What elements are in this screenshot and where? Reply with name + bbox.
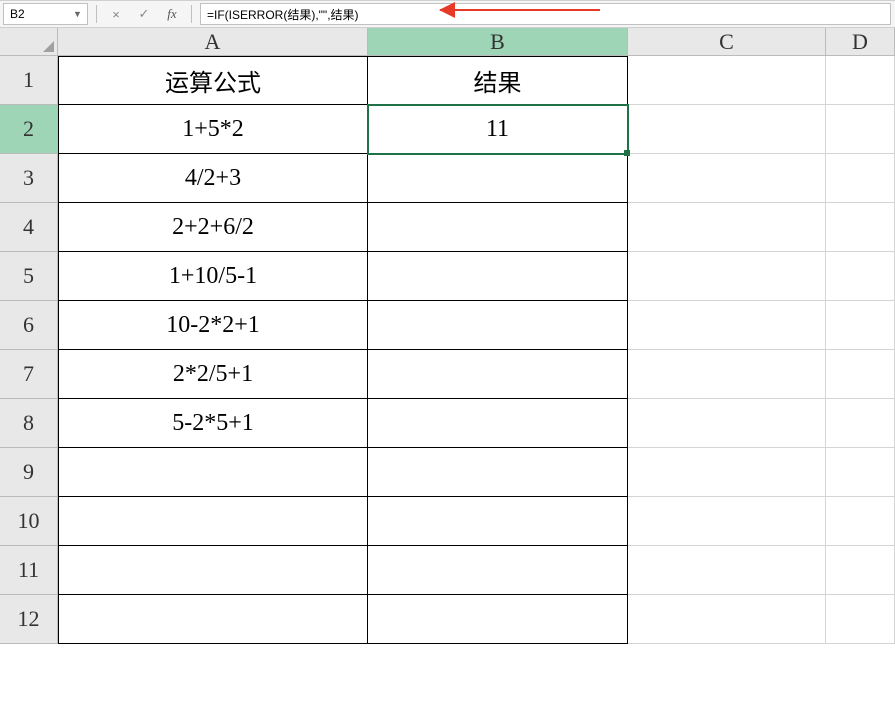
grid-row: 9	[0, 448, 895, 497]
cell-a1[interactable]: 运算公式	[58, 56, 368, 105]
col-header-d[interactable]: D	[826, 28, 895, 56]
select-all-corner[interactable]	[0, 28, 58, 56]
cell-d6[interactable]	[826, 301, 895, 350]
cell-c11[interactable]	[628, 546, 826, 595]
cell-d1[interactable]	[826, 56, 895, 105]
divider	[191, 5, 192, 23]
grid-row: 1 运算公式 结果	[0, 56, 895, 105]
cell-b5[interactable]	[368, 252, 628, 301]
row-header-2[interactable]: 2	[0, 105, 58, 154]
cell-c8[interactable]	[628, 399, 826, 448]
grid-row: 11	[0, 546, 895, 595]
cell-a7[interactable]: 2*2/5+1	[58, 350, 368, 399]
cell-d11[interactable]	[826, 546, 895, 595]
grid-row: 12	[0, 595, 895, 644]
cell-b1[interactable]: 结果	[368, 56, 628, 105]
cell-a8[interactable]: 5-2*5+1	[58, 399, 368, 448]
cell-a12[interactable]	[58, 595, 368, 644]
row-header-11[interactable]: 11	[0, 546, 58, 595]
col-header-a[interactable]: A	[58, 28, 368, 56]
cell-d9[interactable]	[826, 448, 895, 497]
cell-a3[interactable]: 4/2+3	[58, 154, 368, 203]
cell-c12[interactable]	[628, 595, 826, 644]
cell-d12[interactable]	[826, 595, 895, 644]
cell-b12[interactable]	[368, 595, 628, 644]
cell-d3[interactable]	[826, 154, 895, 203]
col-header-b[interactable]: B	[368, 28, 628, 56]
divider	[96, 5, 97, 23]
row-header-3[interactable]: 3	[0, 154, 58, 203]
cell-a2[interactable]: 1+5*2	[58, 105, 368, 154]
fill-handle[interactable]	[624, 150, 630, 156]
grid-row: 5 1+10/5-1	[0, 252, 895, 301]
formula-bar: B2 ▼ × ✓ fx =IF(ISERROR(结果),"",结果)	[0, 0, 895, 28]
cell-b6[interactable]	[368, 301, 628, 350]
cell-d5[interactable]	[826, 252, 895, 301]
cell-b11[interactable]	[368, 546, 628, 595]
corner-triangle-icon	[43, 41, 54, 52]
cell-b3[interactable]	[368, 154, 628, 203]
col-header-c[interactable]: C	[628, 28, 826, 56]
cell-b4[interactable]	[368, 203, 628, 252]
cell-b7[interactable]	[368, 350, 628, 399]
cell-c5[interactable]	[628, 252, 826, 301]
cell-b9[interactable]	[368, 448, 628, 497]
cell-b2-value: 11	[486, 116, 509, 143]
confirm-formula-button[interactable]: ✓	[135, 5, 153, 23]
cell-c3[interactable]	[628, 154, 826, 203]
cell-b10[interactable]	[368, 497, 628, 546]
cell-c1[interactable]	[628, 56, 826, 105]
row-header-5[interactable]: 5	[0, 252, 58, 301]
fx-icon[interactable]: fx	[163, 5, 181, 23]
row-header-8[interactable]: 8	[0, 399, 58, 448]
cell-d4[interactable]	[826, 203, 895, 252]
cell-b2[interactable]: 11	[368, 105, 628, 154]
cell-d7[interactable]	[826, 350, 895, 399]
grid-row: 10	[0, 497, 895, 546]
cell-c6[interactable]	[628, 301, 826, 350]
name-box-value: B2	[10, 7, 25, 21]
cell-a5[interactable]: 1+10/5-1	[58, 252, 368, 301]
cancel-formula-button[interactable]: ×	[107, 5, 125, 23]
cell-a10[interactable]	[58, 497, 368, 546]
cell-d10[interactable]	[826, 497, 895, 546]
row-header-1[interactable]: 1	[0, 56, 58, 105]
row-header-10[interactable]: 10	[0, 497, 58, 546]
row-header-4[interactable]: 4	[0, 203, 58, 252]
row-header-9[interactable]: 9	[0, 448, 58, 497]
row-header-6[interactable]: 6	[0, 301, 58, 350]
cell-c10[interactable]	[628, 497, 826, 546]
formula-buttons: × ✓ fx	[88, 5, 200, 23]
grid-row: 6 10-2*2+1	[0, 301, 895, 350]
cell-c2[interactable]	[628, 105, 826, 154]
name-box-dropdown-icon[interactable]: ▼	[73, 9, 85, 19]
formula-input[interactable]: =IF(ISERROR(结果),"",结果)	[200, 3, 891, 25]
grid-row: 2 1+5*2 11	[0, 105, 895, 154]
cell-c4[interactable]	[628, 203, 826, 252]
cell-b8[interactable]	[368, 399, 628, 448]
cell-d2[interactable]	[826, 105, 895, 154]
cell-a9[interactable]	[58, 448, 368, 497]
cell-a4[interactable]: 2+2+6/2	[58, 203, 368, 252]
spreadsheet-grid: A B C D 1 运算公式 结果 2 1+5*2 11 3 4/2+3	[0, 28, 895, 706]
column-headers: A B C D	[0, 28, 895, 56]
cell-a11[interactable]	[58, 546, 368, 595]
cell-a6[interactable]: 10-2*2+1	[58, 301, 368, 350]
cell-c9[interactable]	[628, 448, 826, 497]
grid-row: 4 2+2+6/2	[0, 203, 895, 252]
cell-c7[interactable]	[628, 350, 826, 399]
cell-d8[interactable]	[826, 399, 895, 448]
row-header-12[interactable]: 12	[0, 595, 58, 644]
grid-row: 7 2*2/5+1	[0, 350, 895, 399]
row-header-7[interactable]: 7	[0, 350, 58, 399]
grid-body: 1 运算公式 结果 2 1+5*2 11 3 4/2+3 4 2+2+6/2	[0, 56, 895, 706]
grid-row: 8 5-2*5+1	[0, 399, 895, 448]
formula-text: =IF(ISERROR(结果),"",结果)	[207, 6, 359, 23]
name-box[interactable]: B2 ▼	[3, 3, 88, 25]
grid-row: 3 4/2+3	[0, 154, 895, 203]
